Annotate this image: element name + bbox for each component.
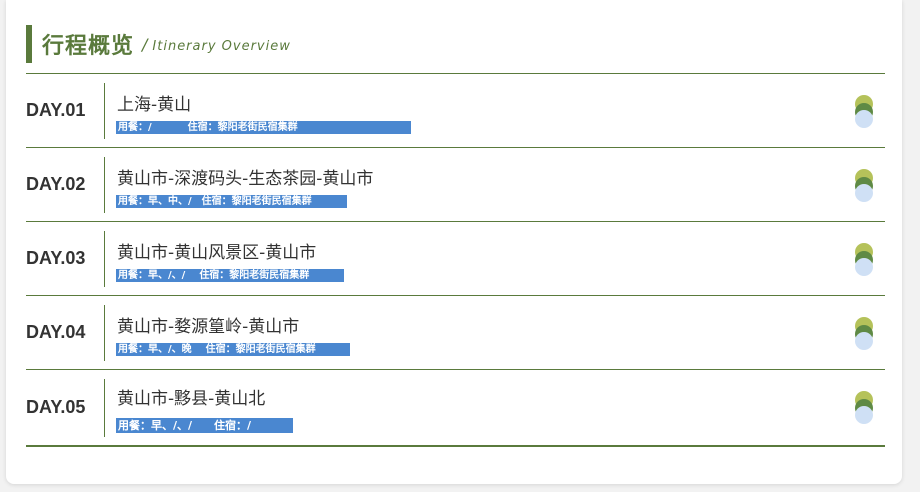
itinerary-list: DAY.01 上海-黄山 用餐：/ 住宿：黎阳老街民宿集群 DAY.02 黄山市-… (26, 73, 885, 447)
meals-label: 用餐：早、中、/ (118, 196, 192, 207)
dot-bottom (855, 110, 873, 128)
stay-label: 住宿：黎阳老街民宿集群 (201, 196, 312, 207)
meals-label: 用餐：/ (118, 122, 152, 133)
dots-icon (855, 317, 873, 351)
stay-label: 住宿：黎阳老街民宿集群 (205, 344, 316, 355)
itinerary-row-day-2[interactable]: DAY.02 黄山市-深渡码头-生态茶园-黄山市 用餐：早、中、/ 住宿：黎阳老街… (26, 148, 885, 222)
itinerary-card: 行程概览 / Itinerary Overview DAY.01 上海-黄山 用… (6, 0, 902, 484)
dot-bottom (855, 184, 873, 202)
section-header: 行程概览 / Itinerary Overview (26, 25, 291, 63)
header-accent-bar (26, 25, 32, 63)
route-text: 黄山市-深渡码头-生态茶园-黄山市 (117, 169, 374, 189)
title-separator: / (142, 34, 148, 54)
itinerary-row-day-3[interactable]: DAY.03 黄山市-黄山风景区-黄山市 用餐：早、/、/ 住宿：黎阳老街民宿集群 (26, 222, 885, 296)
route-text: 黄山市-黄山风景区-黄山市 (117, 243, 317, 263)
row-divider (104, 157, 105, 213)
row-divider (104, 83, 105, 139)
meals-stay-info: 用餐：/ 住宿：黎阳老街民宿集群 (116, 121, 411, 134)
day-number: DAY.02 (26, 174, 86, 194)
day-number: DAY.04 (26, 322, 86, 342)
itinerary-row-day-1[interactable]: DAY.01 上海-黄山 用餐：/ 住宿：黎阳老街民宿集群 (26, 74, 885, 148)
dot-bottom (855, 258, 873, 276)
dot-bottom (855, 332, 873, 350)
stay-label: 住宿：黎阳老街民宿集群 (187, 122, 298, 133)
row-divider (104, 231, 105, 287)
row-divider (104, 305, 105, 361)
meals-label: 用餐：早、/、/ (118, 270, 186, 281)
meals-label: 用餐：早、/、晚 (118, 344, 192, 355)
dots-icon (855, 391, 873, 425)
row-divider (104, 379, 105, 437)
meals-stay-info: 用餐：早、/、/ 住宿：/ (116, 418, 293, 433)
dots-icon (855, 243, 873, 277)
dots-icon (855, 169, 873, 203)
meals-stay-info: 用餐：早、/、晚 住宿：黎阳老街民宿集群 (116, 343, 350, 356)
stay-label: 住宿：黎阳老街民宿集群 (199, 270, 310, 281)
route-text: 黄山市-婺源篁岭-黄山市 (117, 317, 300, 337)
day-number: DAY.03 (26, 248, 86, 268)
section-subtitle: Itinerary Overview (152, 38, 291, 54)
dot-bottom (855, 406, 873, 424)
route-text: 黄山市-黟县-黄山北 (117, 389, 266, 409)
meals-stay-info: 用餐：早、中、/ 住宿：黎阳老街民宿集群 (116, 195, 347, 208)
stay-label: 住宿：/ (214, 419, 252, 432)
itinerary-row-day-5[interactable]: DAY.05 黄山市-黟县-黄山北 用餐：早、/、/ 住宿：/ (26, 370, 885, 447)
dots-icon (855, 95, 873, 129)
route-text: 上海-黄山 (117, 95, 192, 115)
section-title: 行程概览 (42, 34, 135, 59)
day-number: DAY.01 (26, 100, 86, 120)
meals-stay-info: 用餐：早、/、/ 住宿：黎阳老街民宿集群 (116, 269, 344, 282)
meals-label: 用餐：早、/、/ (118, 419, 193, 432)
itinerary-row-day-4[interactable]: DAY.04 黄山市-婺源篁岭-黄山市 用餐：早、/、晚 住宿：黎阳老街民宿集群 (26, 296, 885, 370)
day-number: DAY.05 (26, 397, 86, 417)
